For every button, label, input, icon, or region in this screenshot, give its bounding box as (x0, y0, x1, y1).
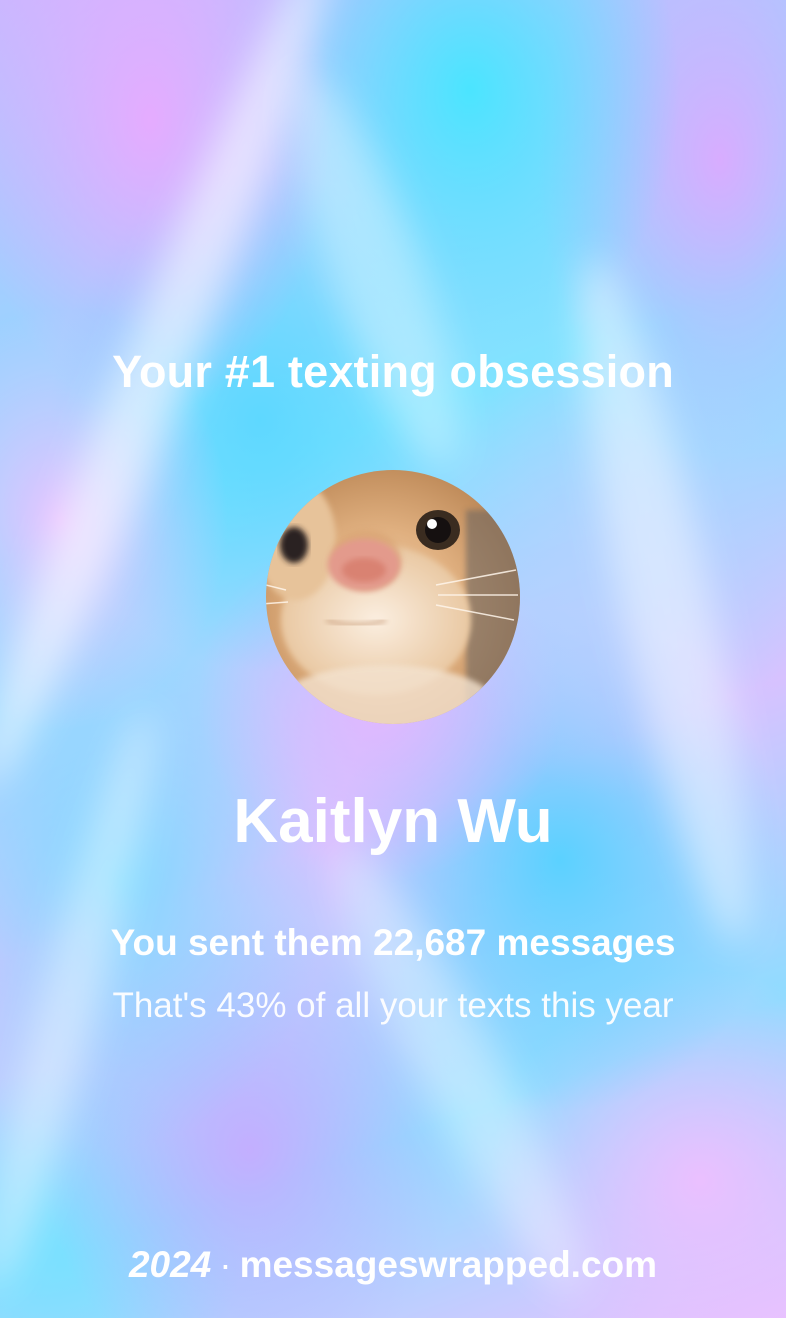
footer: 2024 · messageswrapped.com (0, 1244, 786, 1286)
headline: Your #1 texting obsession (112, 346, 674, 397)
contact-avatar (266, 470, 520, 724)
share-of-texts-stat: That's 43% of all your texts this year (112, 986, 674, 1025)
contact-name: Kaitlyn Wu (233, 787, 553, 856)
messages-sent-stat: You sent them 22,687 messages (110, 922, 676, 963)
footer-site-link[interactable]: messageswrapped.com (240, 1244, 657, 1285)
cat-photo-avatar (266, 470, 520, 724)
wrapped-card: Your #1 texting obsession Kaitlyn Wu You… (0, 0, 786, 1318)
footer-year: 2024 (128, 1244, 212, 1285)
footer-separator: · (219, 1244, 232, 1285)
